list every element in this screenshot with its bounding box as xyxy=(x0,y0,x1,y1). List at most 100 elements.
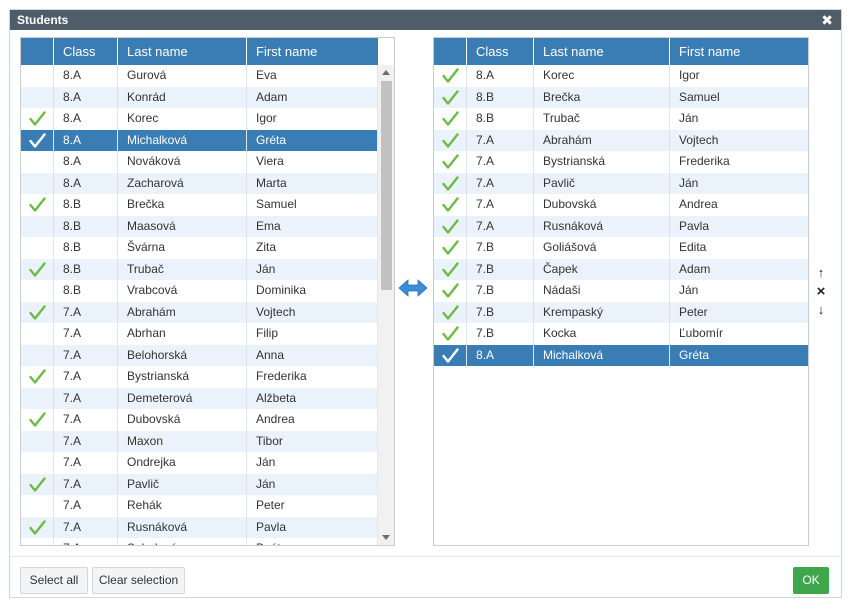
table-row[interactable]: 7.B Nádaši Ján xyxy=(434,280,808,302)
table-row[interactable]: 8.B Trubač Ján xyxy=(434,108,808,130)
table-row[interactable]: 7.A Pavlič Ján xyxy=(434,172,808,195)
table-row[interactable]: 7.A Dubovská Andrea xyxy=(21,409,378,431)
cell-last-name: Nováková xyxy=(127,154,181,168)
close-icon[interactable]: ✖ xyxy=(821,12,833,28)
cell-last-name: Krempaský xyxy=(543,304,604,319)
row-checkbox[interactable] xyxy=(434,216,467,238)
row-checkbox[interactable] xyxy=(21,409,54,431)
table-row[interactable]: 7.A Belohorská Anna xyxy=(21,344,378,367)
table-row[interactable]: 7.B Kocka Ľubomír xyxy=(434,323,808,345)
table-row[interactable]: 8.B Švárna Zita xyxy=(21,237,378,259)
row-checkbox[interactable] xyxy=(21,216,54,238)
cell-class: 7.B xyxy=(476,261,495,276)
table-row[interactable]: 8.B Brečka Samuel xyxy=(21,194,378,216)
clear-selection-button[interactable]: Clear selection xyxy=(92,567,185,594)
cell-class: 8.A xyxy=(63,132,82,147)
scroll-thumb[interactable] xyxy=(381,81,392,290)
row-checkbox[interactable] xyxy=(434,108,467,130)
row-checkbox[interactable] xyxy=(21,302,54,324)
move-down-icon[interactable]: ↓ xyxy=(814,302,828,317)
row-checkbox[interactable] xyxy=(21,495,54,517)
table-row[interactable]: 8.B Vrabcová Dominika xyxy=(21,280,378,302)
row-checkbox[interactable] xyxy=(434,65,467,87)
table-row[interactable]: 7.A Abrahám Vojtech xyxy=(21,301,378,324)
check-icon xyxy=(442,326,459,341)
table-row[interactable]: 7.A Ondrejka Ján xyxy=(21,452,378,474)
table-row[interactable]: 7.B Goliášová Edita xyxy=(434,237,808,259)
header-first-name[interactable]: First name xyxy=(670,38,808,65)
scroll-up-arrow[interactable] xyxy=(382,70,390,75)
row-checkbox[interactable] xyxy=(21,517,54,539)
row-checkbox[interactable] xyxy=(434,151,467,173)
header-class[interactable]: Class xyxy=(467,38,534,65)
row-checkbox[interactable] xyxy=(21,130,54,152)
table-row[interactable]: 7.A Rusnáková Pavla xyxy=(21,516,378,539)
table-row[interactable]: 8.A Nováková Viera xyxy=(21,151,378,173)
transfer-arrows-icon[interactable] xyxy=(397,275,429,301)
header-class[interactable]: Class xyxy=(54,38,118,65)
table-row[interactable]: 8.B Trubač Ján xyxy=(21,258,378,281)
row-checkbox[interactable] xyxy=(21,452,54,474)
table-row[interactable]: 8.A Zacharová Marta xyxy=(21,172,378,195)
row-checkbox[interactable] xyxy=(434,345,467,367)
header-last-name[interactable]: Last name xyxy=(534,38,670,65)
table-row[interactable]: 7.A Rusnáková Pavla xyxy=(434,215,808,238)
table-row[interactable]: 8.A Gurová Eva xyxy=(21,65,378,87)
table-row[interactable]: 7.A Bystrianská Frederika xyxy=(434,151,808,173)
row-checkbox[interactable] xyxy=(21,65,54,87)
row-checkbox[interactable] xyxy=(21,280,54,302)
row-checkbox[interactable] xyxy=(434,194,467,216)
table-row[interactable]: 7.A Maxon Tibor xyxy=(21,430,378,453)
row-checkbox[interactable] xyxy=(434,323,467,345)
table-row[interactable]: 7.A Demeterová Alžbeta xyxy=(21,387,378,410)
table-row[interactable]: 8.B Maasová Ema xyxy=(21,215,378,238)
row-checkbox[interactable] xyxy=(434,130,467,152)
table-row[interactable]: 7.A Dubovská Andrea xyxy=(434,194,808,216)
row-checkbox[interactable] xyxy=(434,259,467,281)
table-row[interactable]: 7.A Pavlič Ján xyxy=(21,473,378,496)
row-checkbox[interactable] xyxy=(434,302,467,324)
row-checkbox[interactable] xyxy=(21,345,54,367)
table-row[interactable]: 8.A Michalková Gréta xyxy=(434,344,808,367)
row-checkbox[interactable] xyxy=(21,108,54,130)
row-checkbox[interactable] xyxy=(434,173,467,195)
row-checkbox[interactable] xyxy=(21,151,54,173)
row-checkbox[interactable] xyxy=(434,87,467,109)
header-first-name[interactable]: First name xyxy=(247,38,378,65)
move-up-icon[interactable]: ↑ xyxy=(814,265,828,280)
table-row[interactable]: 8.A Korec Igor xyxy=(434,65,808,87)
row-checkbox[interactable] xyxy=(21,366,54,388)
scroll-down-arrow[interactable] xyxy=(382,535,390,540)
table-row[interactable]: 7.A Abrahám Vojtech xyxy=(434,129,808,152)
row-checkbox[interactable] xyxy=(21,87,54,109)
title-bar: Students ✖ xyxy=(10,10,841,30)
column-divider xyxy=(466,65,467,366)
select-all-button[interactable]: Select all xyxy=(20,567,88,594)
table-row[interactable]: 8.A Korec Igor xyxy=(21,108,378,130)
table-row[interactable]: 8.A Konrád Adam xyxy=(21,86,378,109)
vertical-scrollbar[interactable] xyxy=(377,65,394,545)
table-row[interactable]: 8.A Michalková Gréta xyxy=(21,129,378,152)
row-checkbox[interactable] xyxy=(21,431,54,453)
table-row[interactable]: 8.B Brečka Samuel xyxy=(434,86,808,109)
row-checkbox[interactable] xyxy=(21,323,54,345)
remove-icon[interactable]: × xyxy=(814,283,828,300)
ok-button[interactable]: OK xyxy=(793,567,829,594)
row-checkbox[interactable] xyxy=(21,388,54,410)
cell-last-name: Čapek xyxy=(543,261,578,276)
row-checkbox[interactable] xyxy=(21,237,54,259)
row-checkbox[interactable] xyxy=(21,259,54,281)
row-checkbox[interactable] xyxy=(21,474,54,496)
header-last-name[interactable]: Last name xyxy=(118,38,247,65)
table-row[interactable]: 7.A Rehák Peter xyxy=(21,495,378,517)
table-row[interactable]: 7.ASabolováBeáta xyxy=(21,538,378,545)
row-checkbox[interactable] xyxy=(434,237,467,259)
table-row[interactable]: 7.A Bystrianská Frederika xyxy=(21,366,378,388)
row-checkbox[interactable] xyxy=(434,280,467,302)
row-checkbox[interactable] xyxy=(21,538,54,545)
row-checkbox[interactable] xyxy=(21,194,54,216)
table-row[interactable]: 7.B Čapek Adam xyxy=(434,258,808,281)
table-row[interactable]: 7.A Abrhan Filip xyxy=(21,323,378,345)
table-row[interactable]: 7.B Krempaský Peter xyxy=(434,301,808,324)
row-checkbox[interactable] xyxy=(21,173,54,195)
